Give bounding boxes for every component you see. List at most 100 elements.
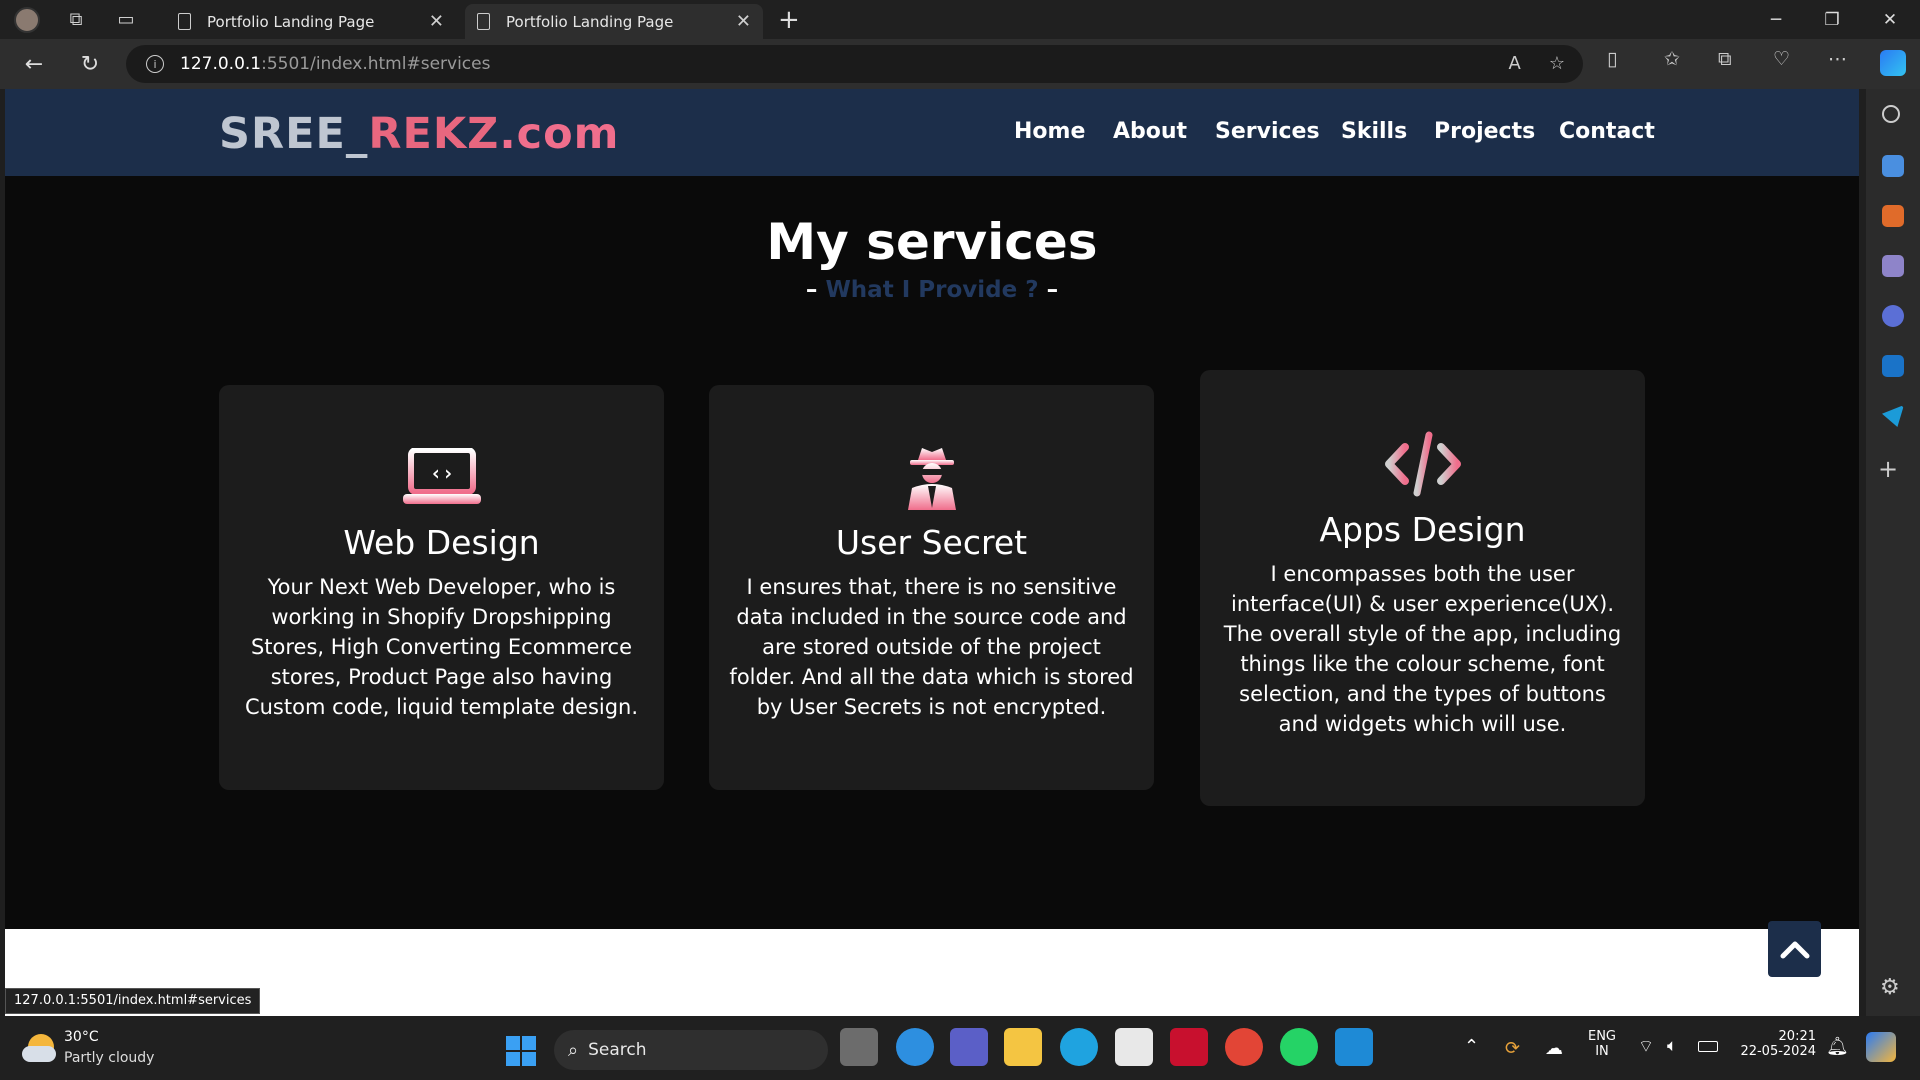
site-info-icon[interactable]: i xyxy=(146,55,164,73)
url-path: :5501/index.html#services xyxy=(261,54,491,74)
favorites-icon[interactable]: ✩ xyxy=(1664,48,1680,70)
close-tab-icon[interactable]: ✕ xyxy=(429,11,444,32)
search-icon[interactable] xyxy=(1882,105,1900,123)
tab-actions-icon[interactable]: ▭ xyxy=(112,6,140,34)
help-app-icon[interactable] xyxy=(896,1028,934,1066)
weather-temp[interactable]: 30°C xyxy=(64,1029,99,1045)
site-logo[interactable]: SREE_REKZ.com xyxy=(219,109,619,159)
subtitle-dash-left: – xyxy=(805,277,826,303)
next-section-top xyxy=(5,929,1859,1016)
card-title: User Secret xyxy=(835,523,1028,562)
favorite-star-icon[interactable]: ☆ xyxy=(1549,53,1565,74)
tab-title: Portfolio Landing Page xyxy=(506,12,674,31)
card-text: I ensures that, there is no sensitive da… xyxy=(729,575,1134,719)
logo-part-3: .com xyxy=(499,109,620,159)
wifi-icon[interactable]: ⌔ xyxy=(1638,1036,1654,1057)
split-screen-icon[interactable]: ▯ xyxy=(1607,48,1617,70)
page-viewport: SREE_REKZ.com Home About Services Skills… xyxy=(5,89,1859,1016)
search-icon: ⌕ xyxy=(568,1039,579,1061)
close-window-icon[interactable]: ✕ xyxy=(1862,0,1918,39)
nav-link-services[interactable]: Services xyxy=(1215,119,1320,144)
subtitle-highlight: What I Provide ? xyxy=(825,277,1039,303)
restore-icon[interactable]: ❐ xyxy=(1804,0,1860,39)
browser-tab-2[interactable]: Portfolio Landing Page ✕ xyxy=(465,4,763,39)
windows-start-icon[interactable] xyxy=(506,1036,536,1066)
back-icon[interactable]: ← xyxy=(14,44,54,84)
mcafee-icon[interactable] xyxy=(1170,1028,1208,1066)
taskbar-search[interactable]: ⌕ Search xyxy=(554,1030,828,1070)
browser-tab-1[interactable]: Portfolio Landing Page ✕ xyxy=(166,4,456,39)
tab-title: Portfolio Landing Page xyxy=(207,12,375,31)
svg-text:‹›: ‹› xyxy=(429,461,453,485)
health-icon[interactable]: ♡ xyxy=(1773,48,1790,70)
settings-gear-icon[interactable]: ⚙ xyxy=(1880,975,1900,1000)
minimize-icon[interactable]: ─ xyxy=(1748,0,1804,39)
chrome-icon[interactable] xyxy=(1225,1028,1263,1066)
edge-browser-icon[interactable] xyxy=(1060,1028,1098,1066)
copilot-icon[interactable] xyxy=(1880,50,1906,76)
telegram-icon[interactable] xyxy=(1882,405,1904,427)
lang-line-1: ENG xyxy=(1587,1029,1616,1044)
card-title: Apps Design xyxy=(1319,510,1526,549)
teams-icon[interactable] xyxy=(950,1028,988,1066)
read-aloud-icon[interactable]: A xyxy=(1509,53,1521,74)
task-view-icon[interactable] xyxy=(840,1028,878,1066)
games-icon[interactable] xyxy=(1882,255,1904,277)
laptop-code-icon: ‹› xyxy=(402,448,481,504)
collections-icon[interactable]: ⧉ xyxy=(1718,48,1732,70)
clock-date: 22-05-2024 xyxy=(1740,1044,1816,1059)
refresh-icon[interactable]: ↻ xyxy=(70,44,110,84)
vscode-icon[interactable] xyxy=(1335,1028,1373,1066)
weather-icon[interactable] xyxy=(22,1030,58,1064)
nav-link-skills[interactable]: Skills xyxy=(1341,119,1407,144)
code-icon xyxy=(1384,431,1461,497)
page-icon xyxy=(178,13,191,30)
link-status-tooltip: 127.0.0.1:5501/index.html#services xyxy=(5,988,261,1014)
workspaces-icon[interactable]: ⧉ xyxy=(62,6,90,34)
clock[interactable]: 20:21 22-05-2024 xyxy=(1738,1029,1816,1059)
logo-part-2: REKZ xyxy=(368,109,500,159)
lang-line-2: IN xyxy=(1595,1044,1609,1059)
battery-icon[interactable] xyxy=(1698,1041,1718,1052)
nav-link-projects[interactable]: Projects xyxy=(1434,119,1535,144)
whatsapp-icon[interactable] xyxy=(1280,1028,1318,1066)
close-tab-icon[interactable]: ✕ xyxy=(736,11,751,32)
profile-avatar[interactable] xyxy=(14,6,40,33)
shopping-tag-icon[interactable] xyxy=(1882,155,1904,177)
language-indicator[interactable]: ENG IN xyxy=(1584,1029,1620,1059)
address-bar[interactable]: i 127.0.0.1 :5501/index.html#services A … xyxy=(126,45,1583,83)
card-title: Web Design xyxy=(343,523,540,562)
nav-link-home[interactable]: Home xyxy=(1014,119,1085,144)
section-subtitle: – What I Provide ? – xyxy=(5,277,1859,303)
show-hidden-icons[interactable]: ⌃ xyxy=(1464,1036,1479,1057)
volume-icon[interactable]: 🔈︎ xyxy=(1667,1036,1677,1056)
file-explorer-icon[interactable] xyxy=(1004,1028,1042,1066)
edge-sidebar: + ⚙ xyxy=(1866,89,1920,1016)
copilot-taskbar-icon[interactable] xyxy=(1866,1032,1896,1062)
copilot-sidebar-icon[interactable] xyxy=(1882,305,1904,327)
scroll-to-top-button[interactable] xyxy=(1768,921,1821,977)
microsoft-store-icon[interactable] xyxy=(1115,1028,1153,1066)
subtitle-dash-right: – xyxy=(1038,277,1059,303)
more-menu-icon[interactable]: ⋯ xyxy=(1828,48,1847,70)
tools-icon[interactable] xyxy=(1882,205,1904,227)
search-label: Search xyxy=(588,1040,647,1060)
nav-link-contact[interactable]: Contact xyxy=(1559,119,1655,144)
sync-icon[interactable]: ⟳ xyxy=(1505,1038,1520,1059)
service-card-user-secret: User Secret I ensures that, there is no … xyxy=(709,385,1154,790)
add-sidebar-app-icon[interactable]: + xyxy=(1878,455,1898,483)
weather-desc[interactable]: Partly cloudy xyxy=(64,1050,154,1066)
windows-taskbar: 30°C Partly cloudy ⌕ Search ⌃ ⟳ ☁ ENG IN… xyxy=(0,1016,1920,1080)
clock-time: 20:21 xyxy=(1778,1029,1816,1044)
onedrive-icon[interactable]: ☁ xyxy=(1545,1038,1563,1059)
url-host: 127.0.0.1 xyxy=(180,54,262,74)
service-card-web-design: ‹› Web Design Your Next Web Developer, w… xyxy=(219,385,664,790)
logo-part-1: SREE_ xyxy=(219,109,369,159)
user-secret-icon xyxy=(907,448,956,510)
card-text: Your Next Web Developer, who is working … xyxy=(244,575,639,719)
section-title: My services xyxy=(766,213,1098,271)
notification-bell-icon[interactable]: 🔔︎ xyxy=(1826,1036,1849,1057)
nav-link-about[interactable]: About xyxy=(1113,119,1187,144)
new-tab-icon[interactable]: + xyxy=(778,5,800,35)
outlook-icon[interactable] xyxy=(1882,355,1904,377)
